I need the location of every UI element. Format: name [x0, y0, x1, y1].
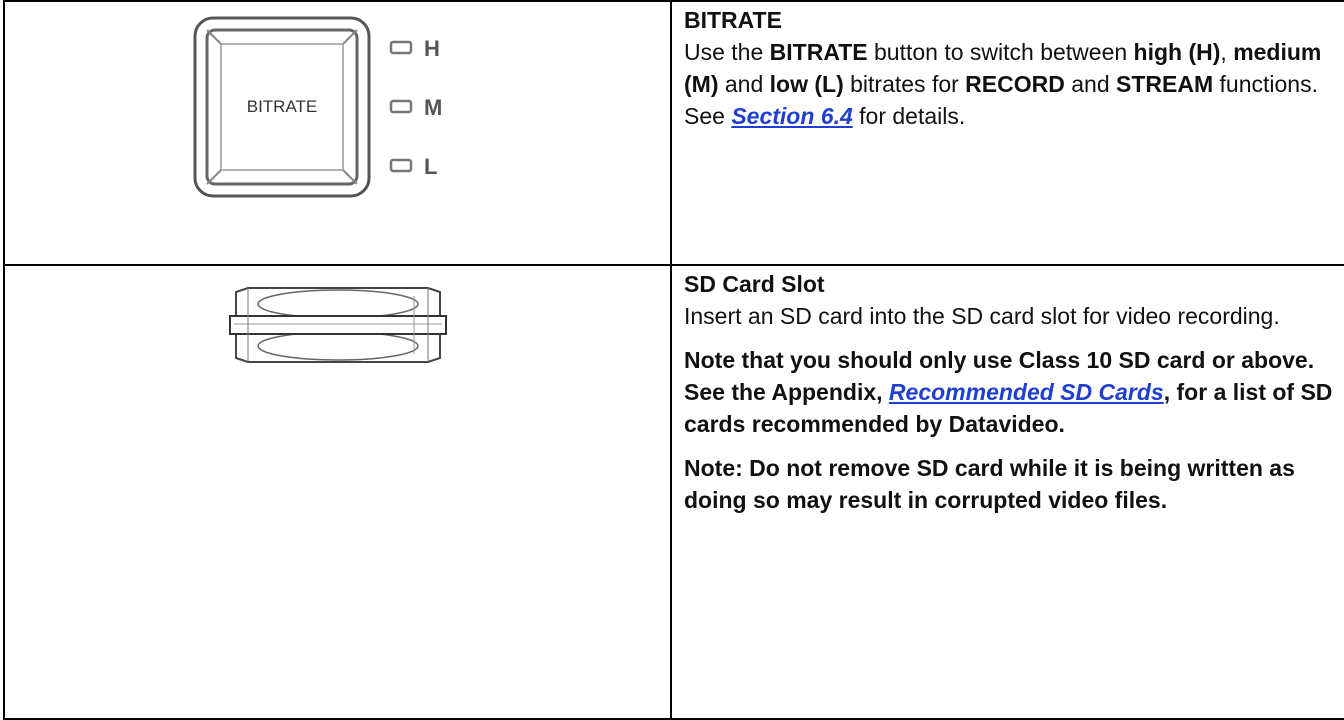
- text-fragment-bold: BITRATE: [769, 39, 868, 65]
- sd-title: SD Card Slot: [684, 271, 825, 297]
- text-fragment-bold: RECORD: [965, 71, 1065, 97]
- indicator-l-label: L: [424, 154, 437, 179]
- feature-table: BITRATE H M L BITRATE Use the BITRATE but…: [3, 0, 1344, 720]
- text-fragment: and: [718, 71, 770, 97]
- led-h: H: [389, 36, 440, 61]
- text-fragment: and: [1064, 71, 1116, 97]
- bitrate-text-cell: BITRATE Use the BITRATE button to switch …: [670, 0, 1344, 266]
- sd-description: SD Card Slot Insert an SD card into the S…: [684, 268, 1344, 332]
- bitrate-image-cell: BITRATE H M L: [3, 0, 672, 266]
- sd-text-cell: SD Card Slot Insert an SD card into the S…: [670, 264, 1344, 720]
- bitrate-button-illustration: BITRATE H M L: [193, 16, 442, 198]
- text-fragment: ,: [1220, 39, 1234, 65]
- text-fragment-bold: high (H): [1133, 39, 1221, 65]
- sd-image-cell: [3, 264, 672, 720]
- indicator-h-label: H: [424, 36, 440, 61]
- text-fragment: for details.: [852, 103, 966, 129]
- bitrate-button-label: BITRATE: [247, 97, 318, 116]
- text-fragment: Insert an SD card into the SD card slot …: [684, 303, 1280, 329]
- table-row-bitrate: BITRATE H M L BITRATE Use the BITRATE but…: [3, 0, 1344, 266]
- led-l: L: [389, 154, 437, 179]
- text-fragment-bold: STREAM: [1116, 71, 1214, 97]
- bitrate-description: BITRATE Use the BITRATE button to switch …: [684, 4, 1344, 132]
- led-m: M: [389, 95, 442, 120]
- sd-note-class10: Note that you should only use Class 10 S…: [684, 344, 1344, 440]
- text-fragment-bold: low (L): [769, 71, 844, 97]
- table-row-sd-card: SD Card Slot Insert an SD card into the S…: [3, 264, 1344, 720]
- text-fragment: Use the: [684, 39, 770, 65]
- section-6-4-link[interactable]: Section 6.4: [731, 103, 852, 129]
- text-fragment: button to switch between: [867, 39, 1134, 65]
- text-fragment: bitrates for: [843, 71, 966, 97]
- indicator-m-label: M: [424, 95, 442, 120]
- sd-note-remove-warning: Note: Do not remove SD card while it is …: [684, 455, 1295, 513]
- bitrate-title: BITRATE: [684, 7, 782, 33]
- sd-card-slot-illustration: [229, 287, 447, 363]
- recommended-sd-cards-link[interactable]: Recommended SD Cards: [889, 379, 1164, 405]
